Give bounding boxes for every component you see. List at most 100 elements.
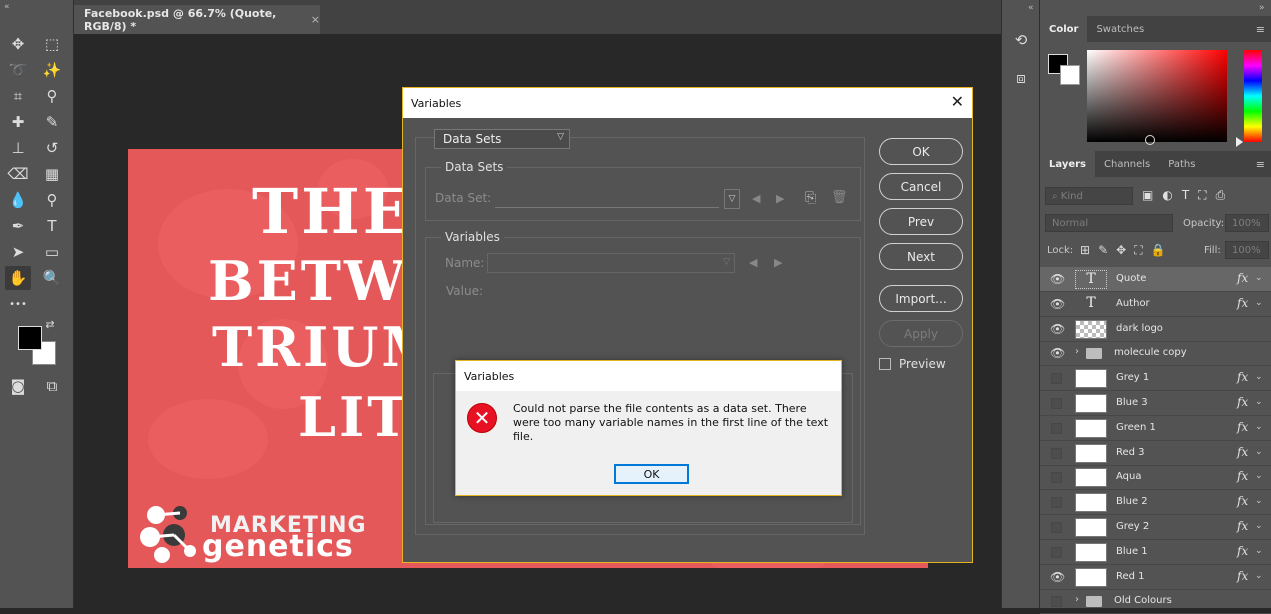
eye-icon[interactable]: 👁: [1050, 322, 1065, 336]
visibility-toggle[interactable]: [1051, 447, 1062, 459]
layer-row[interactable]: Aqua fx ⌄: [1040, 465, 1271, 491]
layer-effects-icon[interactable]: fx: [1237, 296, 1248, 310]
hand-tool-icon[interactable]: ✋: [5, 266, 31, 290]
layer-row[interactable]: 👁 T Quote fx ⌄: [1040, 267, 1271, 292]
screen-mode-icon[interactable]: ⧉: [39, 374, 65, 398]
tab-layers[interactable]: Layers: [1040, 151, 1095, 177]
visibility-toggle[interactable]: [1051, 373, 1062, 385]
layer-row[interactable]: 👁 › molecule copy: [1040, 341, 1271, 367]
error-ok-button[interactable]: OK: [614, 464, 689, 484]
layer-row[interactable]: Blue 2 fx ⌄: [1040, 490, 1271, 516]
layer-effects-icon[interactable]: fx: [1237, 271, 1248, 285]
visibility-toggle[interactable]: [1051, 522, 1062, 533]
layer-row[interactable]: Green 1 fx ⌄: [1040, 416, 1271, 441]
blur-tool-icon[interactable]: 💧: [5, 188, 31, 212]
color-panel-menu-icon[interactable]: ≡: [1256, 16, 1271, 42]
layers-panel-menu-icon[interactable]: ≡: [1256, 151, 1271, 177]
chevron-right-icon[interactable]: ›: [1075, 594, 1079, 605]
chevron-down-icon[interactable]: ⌄: [1255, 447, 1263, 457]
import-button[interactable]: Import...: [879, 285, 963, 312]
next-button[interactable]: Next: [879, 243, 963, 270]
marquee-tool-icon[interactable]: ⬚: [39, 32, 65, 56]
hue-slider-handle[interactable]: [1236, 137, 1243, 147]
visibility-toggle[interactable]: [1051, 422, 1062, 434]
collapse-panels-icon[interactable]: «: [1028, 3, 1034, 13]
chevron-down-icon[interactable]: ⌄: [1255, 521, 1263, 531]
data-set-dropdown-icon[interactable]: ▽: [724, 189, 740, 209]
lock-image-icon[interactable]: ✎: [1098, 243, 1108, 258]
tab-swatches[interactable]: Swatches: [1087, 16, 1153, 42]
eyedropper-tool-icon[interactable]: ⚲: [39, 84, 65, 108]
close-icon[interactable]: ✕: [951, 92, 964, 111]
tab-color[interactable]: Color: [1040, 16, 1088, 42]
path-selection-tool-icon[interactable]: ➤: [5, 240, 31, 264]
zoom-tool-icon[interactable]: 🔍: [39, 266, 65, 290]
chevron-down-icon[interactable]: ⌄: [1255, 546, 1263, 556]
magic-wand-tool-icon[interactable]: ✨: [39, 58, 65, 82]
chevron-down-icon[interactable]: ⌄: [1255, 571, 1263, 581]
previous-variable-icon[interactable]: ◀: [749, 256, 757, 269]
chevron-down-icon[interactable]: ⌄: [1255, 422, 1263, 432]
fill-input[interactable]: 100%: [1225, 241, 1269, 259]
eye-icon[interactable]: 👁: [1050, 273, 1065, 286]
gradient-tool-icon[interactable]: ▦: [39, 162, 65, 186]
layer-effects-icon[interactable]: fx: [1237, 420, 1248, 434]
chevron-right-icon[interactable]: ›: [1075, 346, 1079, 357]
mode-select[interactable]: Data Sets ▽: [434, 129, 570, 149]
layer-effects-icon[interactable]: fx: [1237, 370, 1248, 384]
layer-row[interactable]: › Old Colours: [1040, 589, 1271, 614]
layer-effects-icon[interactable]: fx: [1237, 569, 1248, 583]
layer-filter-select[interactable]: ⌕ Kind: [1045, 187, 1133, 205]
move-tool-icon[interactable]: ✥: [5, 32, 31, 56]
eraser-tool-icon[interactable]: ⌫: [5, 162, 31, 186]
shape-filter-icon[interactable]: ⛶: [1198, 188, 1206, 203]
lock-position-icon[interactable]: ✥: [1116, 243, 1126, 258]
document-tab[interactable]: Facebook.psd @ 66.7% (Quote, RGB/8) * ×: [74, 5, 320, 34]
preview-checkbox[interactable]: [879, 358, 891, 370]
adjustment-filter-icon[interactable]: ◐: [1162, 188, 1172, 203]
color-picker-cursor[interactable]: [1145, 135, 1155, 145]
history-panel-icon[interactable]: ⟲: [1008, 28, 1034, 52]
visibility-toggle[interactable]: [1051, 472, 1062, 484]
layer-effects-icon[interactable]: fx: [1237, 395, 1248, 409]
type-filter-icon[interactable]: T: [1182, 188, 1189, 203]
chevron-down-icon[interactable]: ⌄: [1255, 397, 1263, 407]
color-picker-field[interactable]: [1087, 50, 1227, 142]
visibility-toggle[interactable]: [1051, 497, 1062, 509]
crop-tool-icon[interactable]: ⌗: [5, 84, 31, 108]
previous-data-set-icon[interactable]: ◀: [752, 192, 760, 205]
chevron-down-icon[interactable]: ⌄: [1255, 298, 1263, 308]
cancel-button[interactable]: Cancel: [879, 173, 963, 200]
properties-panel-icon[interactable]: ⧈: [1008, 66, 1034, 90]
clone-stamp-tool-icon[interactable]: ⊥: [5, 136, 31, 160]
lock-transparent-icon[interactable]: ⊞: [1080, 243, 1090, 258]
chevron-down-icon[interactable]: ⌄: [1255, 496, 1263, 506]
lasso-tool-icon[interactable]: ➰: [5, 58, 31, 82]
data-set-field[interactable]: [495, 207, 719, 208]
blend-mode-select[interactable]: Normal: [1045, 214, 1173, 232]
tab-channels[interactable]: Channels: [1095, 151, 1159, 177]
prev-button[interactable]: Prev: [879, 208, 963, 235]
next-data-set-icon[interactable]: ▶: [776, 192, 784, 205]
hue-slider[interactable]: [1244, 50, 1262, 142]
quick-mask-icon[interactable]: ◙: [5, 374, 31, 398]
visibility-toggle[interactable]: [1051, 546, 1062, 558]
layer-effects-icon[interactable]: fx: [1237, 469, 1248, 483]
layer-row[interactable]: Grey 2 fx ⌄: [1040, 515, 1271, 540]
save-data-set-icon[interactable]: ⎘: [805, 190, 816, 206]
visibility-toggle[interactable]: [1051, 596, 1062, 608]
chevron-down-icon[interactable]: ⌄: [1255, 273, 1263, 283]
lock-all-icon[interactable]: 🔒: [1151, 243, 1166, 258]
layer-row[interactable]: Red 3 fx ⌄: [1040, 441, 1271, 466]
foreground-color-swatch[interactable]: [18, 326, 42, 350]
delete-data-set-icon[interactable]: 🗑: [831, 190, 848, 205]
history-brush-tool-icon[interactable]: ↺: [39, 136, 65, 160]
layer-effects-icon[interactable]: fx: [1237, 519, 1248, 533]
eye-icon[interactable]: 👁: [1050, 347, 1065, 360]
swap-colors-icon[interactable]: ⇄: [42, 316, 58, 332]
next-variable-icon[interactable]: ▶: [774, 256, 782, 269]
brush-tool-icon[interactable]: ✎: [39, 110, 65, 134]
layer-row[interactable]: Grey 1 fx ⌄: [1040, 366, 1271, 392]
eye-icon[interactable]: 👁: [1050, 570, 1065, 584]
tab-paths[interactable]: Paths: [1159, 151, 1204, 177]
